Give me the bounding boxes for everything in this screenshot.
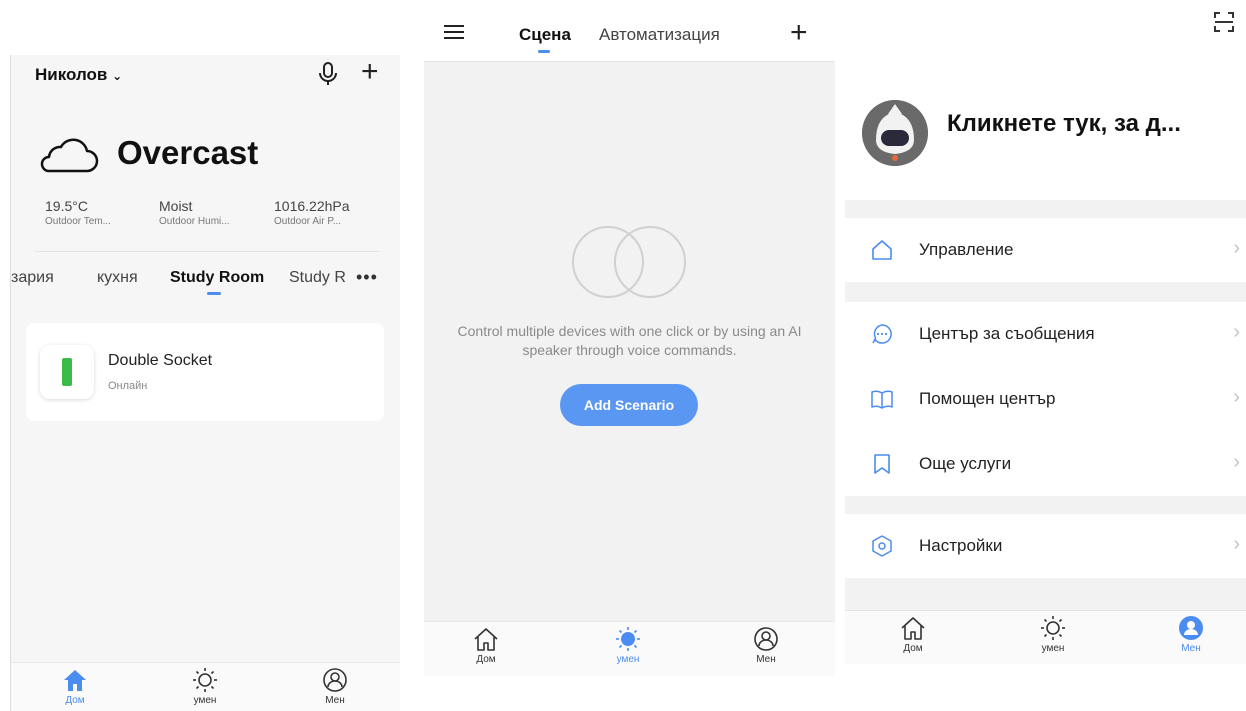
home-icon	[64, 670, 86, 691]
tab-scene[interactable]: Сцена	[519, 25, 571, 45]
profile-name[interactable]: Кликнете тук, за д...	[947, 110, 1237, 138]
weather-stat-label: Outdoor Tem...	[45, 216, 111, 227]
room-tab[interactable]: Study R	[289, 269, 346, 287]
tab-indicator	[538, 50, 550, 53]
microphone-icon[interactable]	[316, 61, 340, 87]
weather-stat: 1016.22hPa Outdoor Air P...	[274, 198, 384, 227]
nav-label: умен	[1041, 643, 1065, 654]
nav-me[interactable]: Мен	[295, 667, 375, 706]
nav-label: Дом	[65, 695, 85, 706]
section-gap	[845, 578, 1246, 610]
profile-icon	[1179, 616, 1203, 640]
home-icon	[872, 240, 892, 260]
weather-condition: Overcast	[117, 134, 259, 171]
nav-label: Мен	[325, 695, 345, 706]
nav-smart[interactable]: умен	[165, 667, 245, 706]
menu-item-label: Помощен център	[919, 389, 1056, 408]
profile-icon	[323, 668, 347, 692]
chevron-right-icon: ›	[1233, 321, 1240, 343]
menu-item-settings[interactable]: Настройки ›	[845, 514, 1246, 578]
nav-label: Мен	[1181, 643, 1201, 654]
menu-item-label: Настройки	[919, 536, 1003, 555]
room-tab[interactable]: кухня	[97, 269, 138, 287]
home-screen: Николов ⌄ + Overcast 19.5°C Outdoor Tem.…	[10, 55, 400, 711]
nav-label: Дом	[903, 643, 923, 654]
linked-circles-icon	[572, 226, 686, 298]
sun-icon	[193, 668, 217, 692]
tab-indicator	[207, 292, 221, 295]
chevron-right-icon: ›	[1233, 451, 1240, 473]
avatar[interactable]	[862, 100, 928, 166]
nav-label: умен	[616, 654, 640, 665]
add-scenario-button[interactable]: Add Scenario	[560, 384, 698, 426]
home-name: Николов	[35, 65, 108, 84]
sun-icon	[616, 627, 640, 651]
nav-home[interactable]: Дом	[35, 667, 115, 706]
nav-home[interactable]: Дом	[873, 615, 953, 654]
nav-home[interactable]: Дом	[446, 626, 526, 665]
socket-icon	[40, 345, 94, 399]
robot-avatar-icon	[862, 100, 928, 166]
chevron-down-icon: ⌄	[112, 69, 123, 83]
bottom-nav: Дом умен Мен	[845, 610, 1246, 664]
home-icon	[474, 628, 498, 651]
room-tab-active[interactable]: Study Room	[170, 269, 264, 287]
menu-icon[interactable]	[444, 24, 464, 40]
profile-icon	[754, 627, 778, 651]
menu-item-label: Център за съобщения	[919, 324, 1095, 343]
sun-icon	[1041, 616, 1065, 640]
device-status: Онлайн	[108, 380, 148, 392]
divider	[35, 251, 379, 252]
menu-item-more-services[interactable]: Още услуги ›	[845, 432, 1246, 496]
weather-stat-value: 1016.22hPa	[274, 198, 350, 214]
room-tabs: зария кухня Study Room Study R	[11, 269, 400, 299]
cloud-icon	[40, 138, 99, 173]
nav-smart[interactable]: умен	[1013, 615, 1093, 654]
menu-item-help-center[interactable]: Помощен център ›	[845, 367, 1246, 431]
nav-label: умен	[193, 695, 217, 706]
weather-stat: 19.5°C Outdoor Tem...	[45, 198, 155, 227]
section-gap	[845, 496, 1246, 514]
tab-automation[interactable]: Автоматизация	[599, 25, 720, 45]
nav-me[interactable]: Мен	[726, 626, 806, 665]
home-selector[interactable]: Николов ⌄	[35, 65, 122, 85]
weather-stat-label: Outdoor Air P...	[274, 216, 342, 227]
book-icon	[871, 390, 893, 409]
menu-item-label: Управление	[919, 240, 1014, 259]
more-rooms-button[interactable]: •••	[356, 267, 378, 288]
menu-item-management[interactable]: Управление ›	[845, 218, 1246, 282]
home-icon	[901, 617, 925, 640]
chevron-right-icon: ›	[1233, 533, 1240, 555]
device-card[interactable]: Double Socket Онлайн	[26, 323, 384, 421]
device-name: Double Socket	[108, 352, 213, 369]
menu-item-label: Още услуги	[919, 454, 1012, 473]
room-tab[interactable]: зария	[11, 269, 54, 287]
scan-icon[interactable]	[1213, 11, 1235, 33]
weather-stat-label: Outdoor Humi...	[159, 216, 230, 227]
bottom-nav: Дом умен Мен	[11, 662, 400, 711]
message-icon	[872, 324, 892, 344]
chevron-right-icon: ›	[1233, 237, 1240, 259]
settings-hex-icon	[872, 535, 892, 557]
home-topbar: Николов ⌄ +	[11, 55, 400, 95]
bottom-nav: Дом умен Мен	[424, 621, 835, 676]
nav-label: Дом	[476, 654, 496, 665]
weather-stat-value: Moist	[159, 198, 193, 214]
section-gap	[845, 282, 1246, 302]
scene-screen: Сцена Автоматизация + Control multiple d…	[424, 0, 835, 676]
menu-item-messages[interactable]: Център за съобщения ›	[845, 302, 1246, 366]
weather-stat: Moist Outdoor Humi...	[159, 198, 269, 227]
add-device-button[interactable]: +	[361, 57, 379, 87]
me-screen: Кликнете тук, за д... Управление › Центъ…	[845, 0, 1246, 664]
chevron-right-icon: ›	[1233, 386, 1240, 408]
nav-me[interactable]: Мен	[1151, 615, 1231, 654]
add-scene-button[interactable]: +	[790, 18, 808, 48]
section-gap	[845, 200, 1246, 218]
scene-header: Сцена Автоматизация +	[424, 0, 835, 62]
nav-label: Мен	[756, 654, 776, 665]
weather-stat-value: 19.5°C	[45, 198, 88, 214]
empty-state-message: Control multiple devices with one click …	[457, 323, 802, 358]
bookmark-icon	[874, 454, 890, 474]
nav-smart[interactable]: умен	[588, 626, 668, 665]
